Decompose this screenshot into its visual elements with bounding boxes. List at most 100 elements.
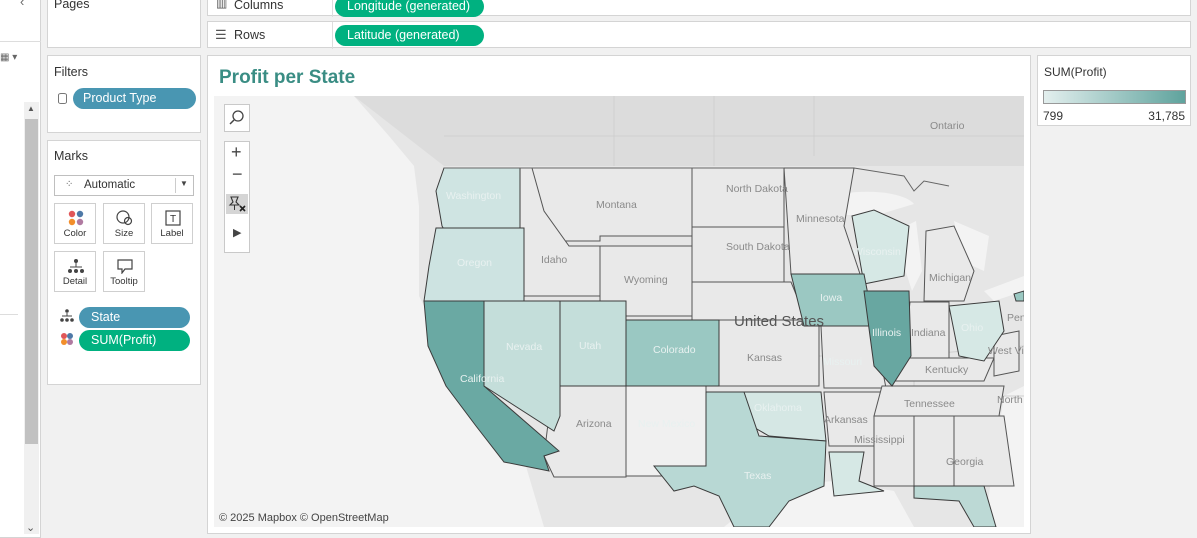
label-michigan: Michigan	[929, 272, 972, 284]
collapse-arrow-icon[interactable]: ‹	[20, 0, 24, 9]
color-field-icon	[61, 333, 73, 345]
rows-shelf: ☰ Rows Latitude (generated)	[207, 21, 1191, 49]
play-arrow-icon[interactable]: ▶	[233, 226, 241, 239]
pin-reset-icon	[228, 196, 246, 212]
label-united-states-text: United States	[734, 313, 825, 330]
shelf-divider	[332, 22, 333, 49]
pages-card: Pages	[47, 0, 201, 48]
pages-title: Pages	[54, 0, 90, 11]
label-north-carolina-text: North Carolin	[997, 394, 1024, 406]
scrollbar-thumb[interactable]	[25, 119, 38, 444]
label-montana: Montana	[596, 199, 637, 211]
label-ohio: Ohio	[961, 322, 984, 334]
scrollbar[interactable]: ▲ ⌄	[24, 102, 39, 534]
legend-card: SUM(Profit) 799 31,785	[1037, 55, 1191, 126]
reset-view-button[interactable]	[226, 194, 248, 214]
label-pennsylvania: Pen	[1007, 312, 1024, 324]
label-south-dakota-text: South Dakota	[726, 241, 790, 253]
filter-pill-product-type[interactable]: Product Type	[73, 88, 196, 109]
scroll-up-arrow-icon[interactable]: ▲	[27, 104, 35, 113]
label-iowa: Iowa	[820, 292, 843, 304]
filters-card: Filters Product Type	[47, 55, 201, 133]
label-kentucky: Kentucky	[925, 364, 969, 376]
columns-label: Columns	[234, 0, 284, 12]
mark-type-value: Automatic	[84, 179, 136, 191]
view-title: Profit per State	[219, 67, 356, 88]
columns-pill-longitude[interactable]: Longitude (generated)	[335, 0, 484, 17]
map[interactable]: Ontario Washington Montana North Dakota …	[214, 96, 1024, 527]
canada-area	[354, 96, 1024, 166]
label-arizona: Arizona	[576, 418, 612, 430]
chevron-down-icon: ▼	[180, 179, 188, 188]
label-idaho: Idaho	[541, 254, 568, 266]
scroll-down-arrow-icon[interactable]: ⌄	[26, 521, 35, 534]
label-indiana: Indiana	[911, 327, 946, 339]
pane-divider	[0, 314, 18, 315]
label-west-virginia: West Virginia	[988, 345, 1024, 357]
detail-icon	[68, 259, 84, 273]
detail-label: Detail	[62, 276, 88, 287]
state-south-dakota	[691, 226, 785, 283]
label-arkansas: Arkansas	[824, 414, 868, 426]
label-california: California	[460, 373, 505, 385]
marks-field-state[interactable]: State	[79, 307, 190, 328]
mark-type-dropdown[interactable]: ⁘ Automatic ▼	[54, 175, 194, 196]
shelf-divider	[332, 0, 333, 17]
zoom-out-icon[interactable]: −	[232, 164, 243, 185]
label-colorado: Colorado	[653, 344, 696, 356]
label-button[interactable]: T Label	[151, 203, 193, 244]
map-toolbar: + − ▶	[224, 104, 250, 254]
map-attribution: © 2025 Mapbox © OpenStreetMap	[219, 512, 389, 524]
automatic-mark-icon: ⁘	[65, 179, 74, 190]
label-wyoming: Wyoming	[624, 274, 668, 286]
marks-title: Marks	[54, 149, 89, 163]
columns-shelf: ▥ Columns Longitude (generated)	[207, 0, 1191, 17]
color-button[interactable]: Color	[54, 203, 96, 244]
tooltip-button[interactable]: Tooltip	[103, 251, 145, 292]
map-search-button[interactable]	[224, 104, 250, 132]
legend-gradient	[1043, 90, 1186, 104]
label-label: Label	[160, 228, 184, 239]
detail-button[interactable]: Detail	[54, 251, 96, 292]
state-alabama	[913, 415, 955, 487]
pane-divider	[0, 41, 41, 42]
legend-max: 31,785	[1148, 109, 1185, 123]
label-north-carolina: North Carolin	[997, 394, 1024, 406]
state-georgia	[953, 415, 1015, 487]
size-button[interactable]: Size	[103, 203, 145, 244]
data-pane: ‹ ▦ ▾ ▲ ⌄	[0, 0, 41, 538]
label-nevada: Nevada	[506, 341, 543, 353]
label-north-dakota-text: North Dakota	[726, 183, 788, 195]
svg-text:T: T	[170, 214, 176, 225]
state-florida	[913, 485, 997, 527]
legend-min: 799	[1043, 109, 1064, 123]
tooltip-label: Tooltip	[110, 276, 138, 287]
rows-pill-latitude[interactable]: Latitude (generated)	[335, 25, 484, 46]
tooltip-icon	[117, 259, 133, 274]
label-kansas: Kansas	[747, 352, 783, 364]
label-missouri: Missouri	[823, 356, 863, 368]
size-icon	[116, 210, 133, 226]
label-icon: T	[165, 210, 181, 226]
label-new-mexico: New Mexico	[638, 418, 696, 430]
label-south-dakota: South Dakota	[726, 241, 790, 253]
rows-label: Rows	[234, 28, 266, 42]
color-icon	[68, 210, 84, 226]
label-oregon: Oregon	[457, 257, 493, 269]
map-nav-group: + − ▶	[224, 141, 250, 253]
state-new-mexico	[625, 385, 707, 477]
legend-title: SUM(Profit)	[1044, 65, 1107, 79]
map-canvas	[214, 96, 1024, 527]
label-north-dakota: North Dakota	[726, 183, 788, 195]
marks-field-sum-profit[interactable]: SUM(Profit)	[79, 330, 190, 351]
view-toggle-icon[interactable]: ▦ ▾	[0, 52, 17, 63]
zoom-in-icon[interactable]: +	[231, 142, 242, 163]
state-mississippi	[873, 415, 915, 487]
label-wisconsin: Wisconsin	[853, 246, 901, 258]
label-tennessee: Tennessee	[904, 398, 955, 410]
state-north-dakota	[691, 167, 785, 228]
label-washington: Washington	[446, 190, 502, 202]
label-utah: Utah	[579, 340, 602, 352]
color-label: Color	[63, 228, 87, 239]
label-ontario: Ontario	[930, 120, 965, 132]
